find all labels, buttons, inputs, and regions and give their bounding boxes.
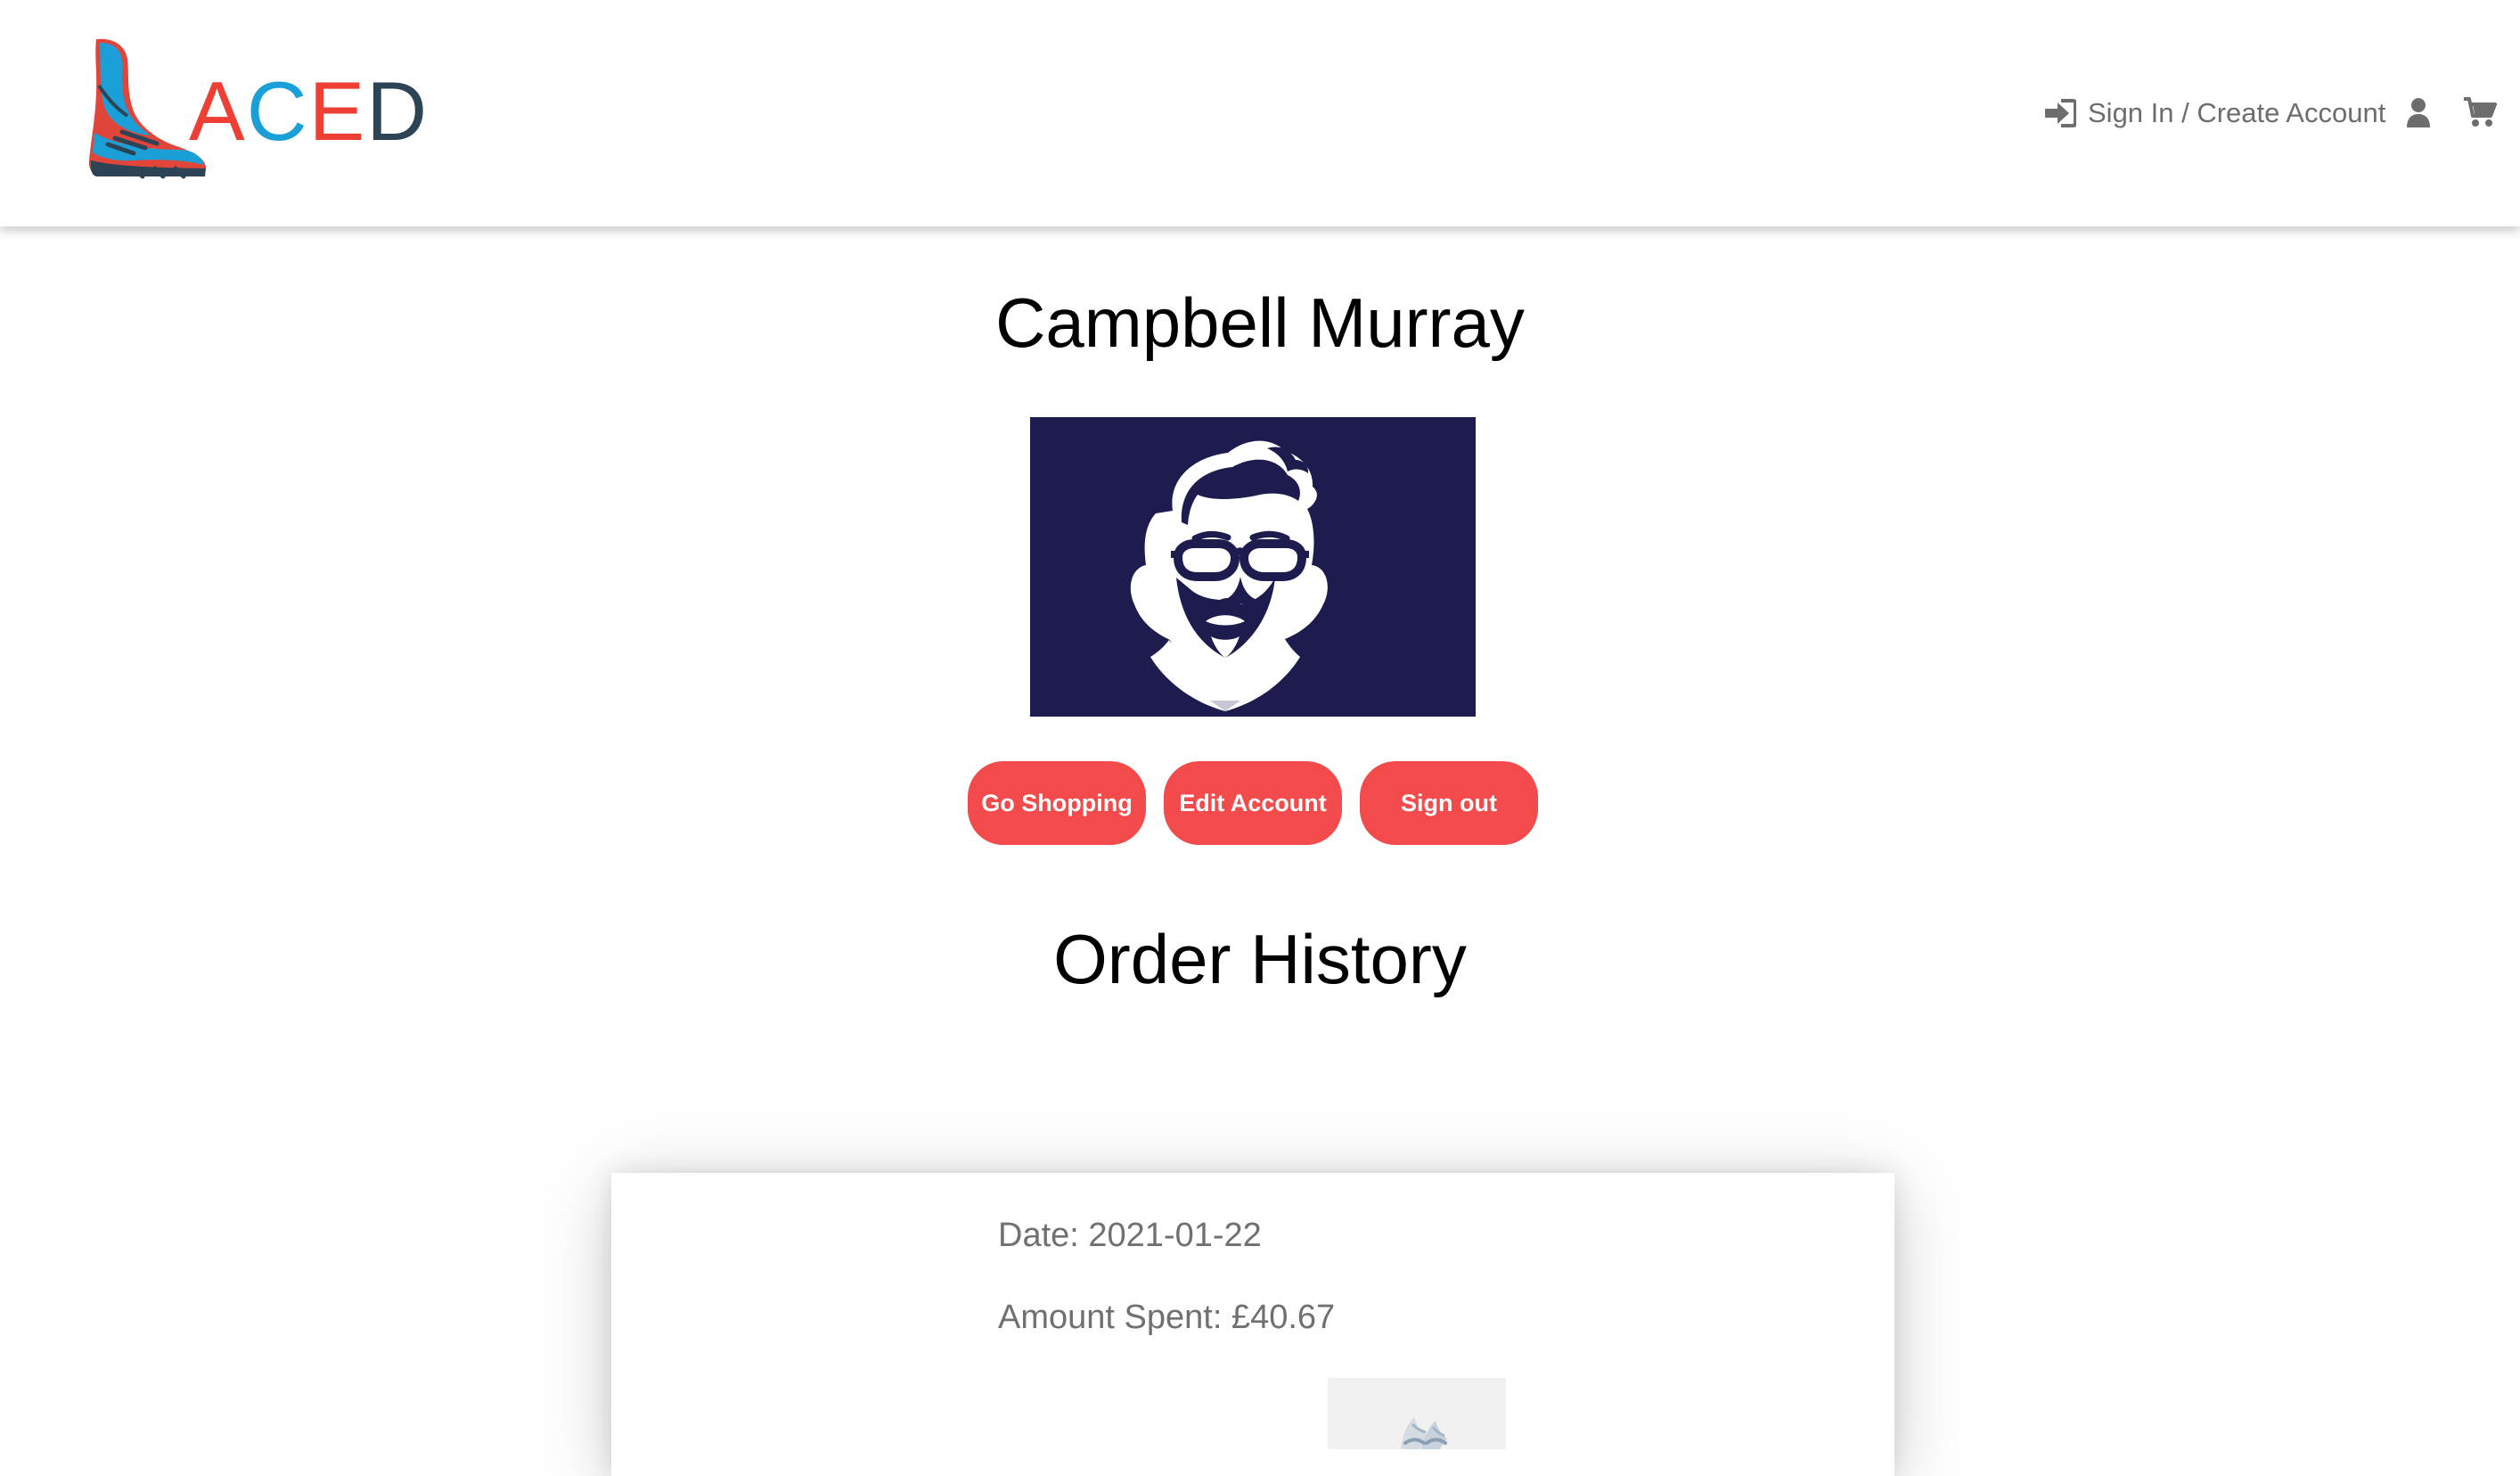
logo-letter-c: C bbox=[246, 64, 309, 158]
logo-wordmark: ACED bbox=[189, 53, 438, 169]
brand-logo[interactable]: ACED bbox=[86, 34, 451, 185]
order-history-title: Order History bbox=[1053, 920, 1467, 998]
product-thumbnail[interactable] bbox=[1328, 1378, 1506, 1449]
product-thumbnail-icon bbox=[1328, 1378, 1506, 1449]
cart-icon[interactable] bbox=[2463, 96, 2497, 128]
go-shopping-button[interactable]: Go Shopping bbox=[968, 761, 1146, 845]
sign-in-icon[interactable] bbox=[2042, 98, 2076, 128]
logo-letter-a: A bbox=[189, 64, 247, 158]
logo-letter-e: E bbox=[308, 64, 367, 158]
site-header: ACED Sign In / Create Account bbox=[0, 0, 2520, 226]
order-card: Date: 2021-01-22 Amount Spent: £40.67 bbox=[611, 1173, 1894, 1476]
logo-letter-d: D bbox=[366, 64, 430, 158]
edit-account-button[interactable]: Edit Account bbox=[1164, 761, 1342, 845]
user-icon[interactable] bbox=[2404, 96, 2433, 128]
order-amount-spent: Amount Spent: £40.67 bbox=[998, 1299, 1336, 1336]
order-date: Date: 2021-01-22 bbox=[998, 1217, 1262, 1254]
sign-in-create-account-link[interactable]: Sign In / Create Account bbox=[2088, 93, 2385, 134]
sign-out-button[interactable]: Sign out bbox=[1360, 761, 1538, 845]
bearded-man-with-glasses-avatar-icon bbox=[1030, 417, 1476, 717]
profile-avatar bbox=[1030, 417, 1476, 717]
top-navigation: Sign In / Create Account bbox=[1950, 87, 2520, 139]
profile-name: Campbell Murray bbox=[995, 283, 1525, 362]
